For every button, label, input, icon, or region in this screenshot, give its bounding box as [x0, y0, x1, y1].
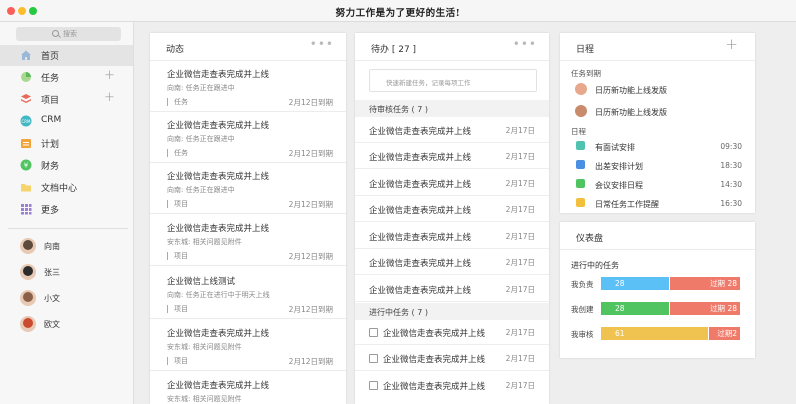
- todo-row[interactable]: 企业微信走查表完成并上线 2月17日: [355, 276, 549, 302]
- meeting-icon: [576, 179, 585, 188]
- todo-checkbox[interactable]: [369, 354, 378, 363]
- schedule-header: 日程 +: [560, 33, 755, 61]
- pending-section-header: 待审核任务 ( 7 ): [355, 100, 549, 117]
- todo-panel: 待办 [ 27 ] ••• 快速新建任务，记录每项工作 待审核任务 ( 7 ) …: [355, 33, 549, 404]
- inprogress-section-header: 进行中任务 ( 7 ): [355, 303, 549, 320]
- avatar: [20, 264, 36, 280]
- activity-panel: 动态 ••• 企业微信走查表完成并上线 向南: 任务正在跟进中 任务 2月12日…: [150, 33, 346, 404]
- folder-icon: [21, 184, 31, 192]
- svg-text:CRM: CRM: [21, 119, 31, 124]
- more-icon[interactable]: •••: [310, 37, 334, 51]
- sidebar-item-finance[interactable]: ¥ 财务: [0, 155, 133, 176]
- window-titlebar: 努力工作是为了更好的生活!: [0, 0, 796, 22]
- dashboard-header: 仪表盘: [560, 222, 755, 250]
- todo-checkbox[interactable]: [369, 381, 378, 390]
- dashboard-title: 仪表盘: [576, 234, 604, 244]
- sidebar-item-project[interactable]: 项目 +: [0, 89, 133, 110]
- todo-row[interactable]: 企业微信走查表完成并上线 2月17日: [355, 117, 549, 143]
- todo-row[interactable]: 企业微信走查表完成并上线 2月17日: [355, 372, 549, 398]
- schedule-title: 日程: [576, 45, 595, 55]
- member-item[interactable]: 向南: [0, 236, 133, 260]
- sidebar-item-plan[interactable]: 计划: [0, 133, 133, 154]
- activity-card[interactable]: 企业微信走查表完成并上线 安东城: 相关问题见附件: [150, 373, 346, 404]
- dashboard-bar-row[interactable]: 我审核 61 过期2: [560, 327, 755, 341]
- plan-calendar-icon: [21, 139, 31, 148]
- project-layers-icon: [21, 94, 31, 103]
- overdue-bar: 过期 28: [670, 277, 740, 290]
- todo-checkbox[interactable]: [369, 328, 378, 337]
- todo-row[interactable]: 企业微信走查表完成并上线 2月17日: [355, 345, 549, 371]
- activity-card[interactable]: 企业微信上线测试 向南: 任务正在进行中于明天上线 项目 2月12日到期: [150, 269, 346, 319]
- active-bar: 61: [601, 327, 708, 340]
- grid-icon: [21, 204, 32, 215]
- home-icon: [21, 50, 31, 60]
- search-placeholder: 搜索: [63, 30, 77, 38]
- overdue-bar: 过期2: [709, 327, 740, 340]
- add-project-button[interactable]: +: [104, 91, 115, 104]
- sidebar-item-docs[interactable]: 文档中心: [0, 177, 133, 198]
- avatar: [575, 83, 587, 95]
- dashboard-bar-row[interactable]: 我负责 28 过期 28: [560, 277, 755, 291]
- activity-card[interactable]: 企业微信走查表完成并上线 安东城: 相关问题见附件 项目 2月12日到期: [150, 321, 346, 371]
- app-title: 努力工作是为了更好的生活!: [335, 8, 461, 19]
- activity-card[interactable]: 企业微信走查表完成并上线 向南: 任务正在跟进中 项目 2月12日到期: [150, 164, 346, 214]
- sidebar-item-home[interactable]: 首页: [0, 45, 133, 66]
- add-task-button[interactable]: +: [104, 69, 115, 82]
- due-item[interactable]: 日历新功能上线发版: [560, 79, 755, 101]
- avatar: [20, 290, 36, 306]
- reminder-icon: [576, 198, 585, 207]
- schedule-panel: 日程 + 任务到期 日历新功能上线发版 日历新功能上线发版 日程 有面试安排 0…: [560, 33, 755, 213]
- task-pie-icon: [21, 72, 31, 82]
- todo-title: 待办 [ 27 ]: [371, 45, 417, 55]
- sidebar-item-crm[interactable]: CRM CRM: [0, 111, 133, 132]
- interview-icon: [576, 141, 585, 150]
- activity-header: 动态 •••: [150, 33, 346, 61]
- search-icon: [52, 30, 59, 37]
- schedule-item[interactable]: 日常任务工作提醒 16:30: [560, 193, 755, 215]
- todo-row[interactable]: 企业微信走查表完成并上线 2月17日: [355, 143, 549, 169]
- more-icon[interactable]: •••: [513, 37, 537, 51]
- due-subtitle: 任务到期: [571, 69, 601, 78]
- todo-row[interactable]: 企业微信走查表完成并上线 2月17日: [355, 196, 549, 222]
- crm-icon: CRM: [20, 115, 32, 127]
- sidebar-divider: [8, 228, 128, 229]
- member-item[interactable]: 张三: [0, 262, 133, 286]
- todo-row[interactable]: 企业微信走查表完成并上线 2月17日: [355, 170, 549, 196]
- activity-title: 动态: [166, 45, 185, 55]
- todo-row[interactable]: 企业微信走查表完成并上线 2月17日: [355, 319, 549, 345]
- avatar: [20, 316, 36, 332]
- todo-header: 待办 [ 27 ] •••: [355, 33, 549, 61]
- sidebar-item-task[interactable]: 任务 +: [0, 67, 133, 88]
- svg-text:¥: ¥: [24, 162, 29, 170]
- travel-icon: [576, 160, 585, 169]
- member-item[interactable]: 小文: [0, 288, 133, 312]
- active-bar: 28: [601, 302, 669, 315]
- sidebar: 搜索 首页 任务 + 项目 + CRM CRM 计划 ¥ 财务 文档中心 更多 …: [0, 22, 134, 404]
- add-schedule-button[interactable]: +: [725, 35, 738, 53]
- activity-card[interactable]: 企业微信走查表完成并上线 安东城: 相关问题见附件 项目 2月12日到期: [150, 216, 346, 266]
- active-bar: 28: [601, 277, 669, 290]
- todo-row[interactable]: 企业微信走查表完成并上线 2月17日: [355, 223, 549, 249]
- quick-task-input[interactable]: 快速新建任务，记录每项工作: [369, 69, 537, 92]
- dashboard-panel: 仪表盘 进行中的任务 我负责 28 过期 28 我创建 28 过期 28 我审核…: [560, 222, 755, 358]
- sidebar-item-more[interactable]: 更多: [0, 199, 133, 220]
- todo-row[interactable]: 企业微信走查表完成并上线 2月17日: [355, 249, 549, 275]
- finance-coin-icon: ¥: [20, 159, 32, 171]
- member-item[interactable]: 欧文: [0, 314, 133, 338]
- avatar: [20, 238, 36, 254]
- dashboard-subtitle: 进行中的任务: [571, 261, 619, 270]
- activity-card[interactable]: 企业微信走查表完成并上线 向南: 任务正在跟进中 任务 2月12日到期: [150, 62, 346, 112]
- due-item[interactable]: 日历新功能上线发版: [560, 101, 755, 123]
- overdue-bar: 过期 28: [670, 302, 740, 315]
- activity-card[interactable]: 企业微信走查表完成并上线 向南: 任务正在跟进中 任务 2月12日到期: [150, 113, 346, 163]
- avatar: [575, 105, 587, 117]
- dashboard-bar-row[interactable]: 我创建 28 过期 28: [560, 302, 755, 316]
- search-input[interactable]: 搜索: [16, 27, 121, 41]
